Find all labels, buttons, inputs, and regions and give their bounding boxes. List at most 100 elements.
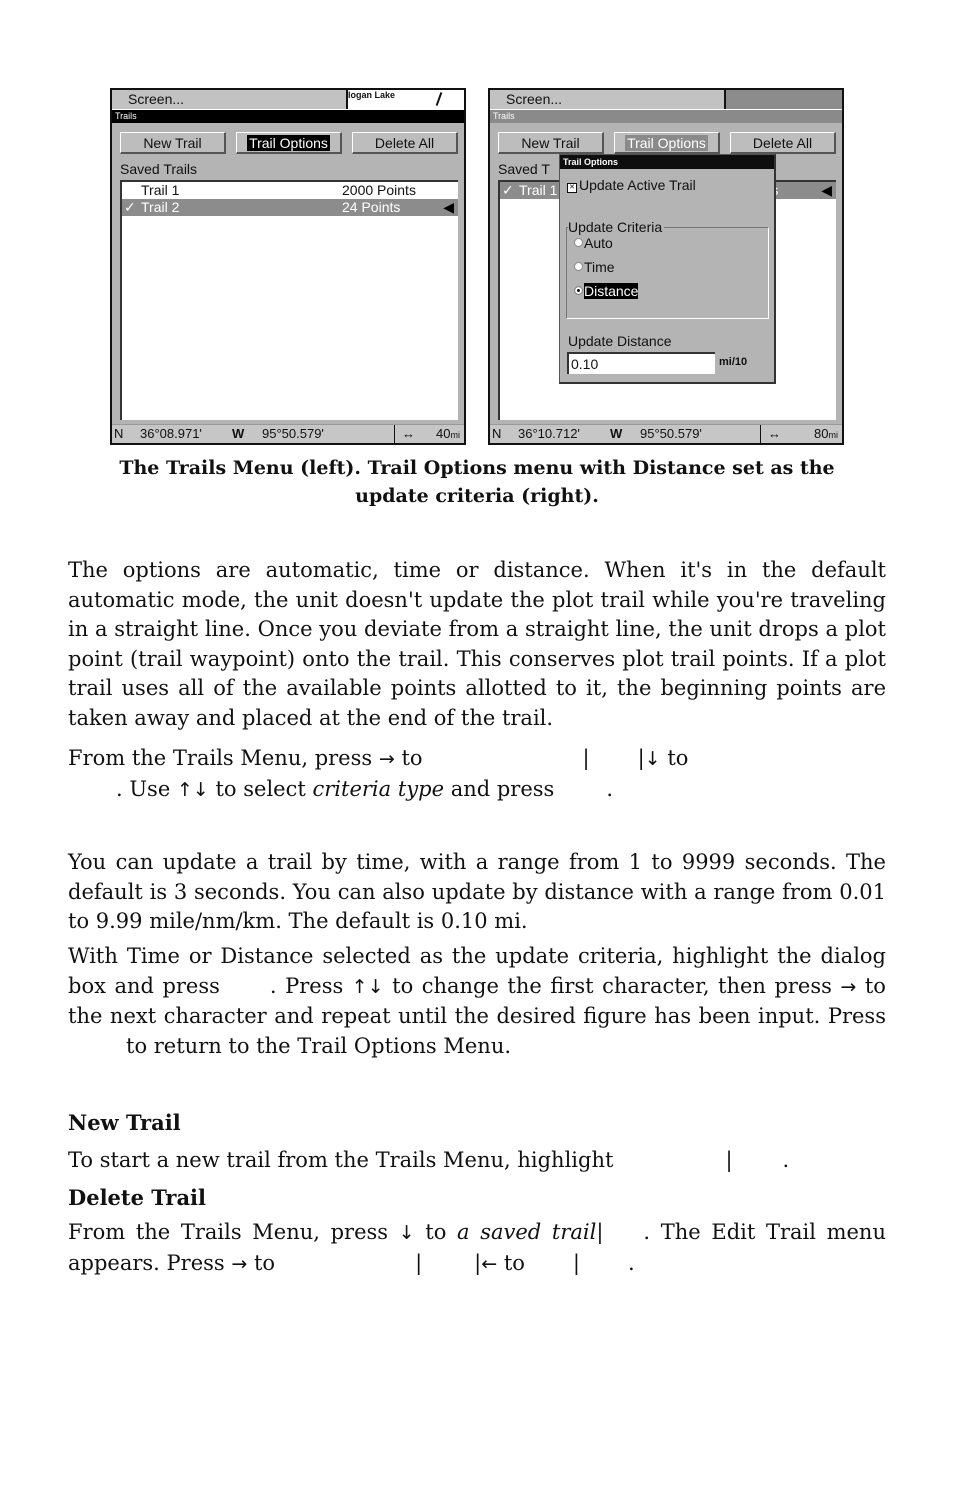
- range-unit: mi: [450, 430, 461, 440]
- radio-icon: [574, 238, 583, 247]
- button-label: Delete All: [752, 135, 813, 151]
- lon-hemisphere: W: [232, 426, 245, 441]
- paragraph-new-trail: To start a new trail from the Trails Men…: [68, 1146, 886, 1176]
- range-arrows-icon: ↔: [768, 426, 781, 441]
- trail-points: 2000 Points: [342, 182, 416, 198]
- trail-row[interactable]: Trail 1 2000 Points: [122, 182, 458, 199]
- range-arrows-icon: ↔: [402, 426, 415, 441]
- saved-trails-list[interactable]: Trail 1 2000 Points ✓ Trail 2 24 Points …: [120, 180, 458, 420]
- button-label: New Trail: [521, 135, 580, 151]
- trail-name: Trail 2: [141, 199, 180, 215]
- delete-all-button[interactable]: Delete All: [730, 132, 836, 154]
- paragraph-criteria-steps: From the Trails Menu, press → to | |↓ to .…: [68, 744, 886, 805]
- criteria-radio-time[interactable]: Time: [574, 259, 615, 275]
- trails-menu-screenshot: Screen... logan Lake Trails New Trail Tr…: [110, 88, 466, 445]
- lat-hemisphere: N: [492, 426, 502, 441]
- radio-label: Time: [584, 259, 615, 275]
- button-label: Trail Options: [247, 135, 330, 151]
- text: to: [401, 746, 423, 770]
- paragraph-ranges: You can update a trail by time, with a r…: [68, 850, 886, 934]
- arrow-up-icon: ↑: [176, 778, 193, 801]
- trail-points: 24 Points: [342, 199, 401, 215]
- lon-hemisphere: W: [610, 426, 623, 441]
- radio-selected-icon: [574, 286, 583, 295]
- new-trail-button[interactable]: New Trail: [498, 132, 604, 154]
- paragraph-edit-value: With Time or Distance selected as the up…: [68, 942, 886, 1061]
- update-distance-label: Update Distance: [568, 333, 672, 349]
- lat-hemisphere: N: [114, 426, 124, 441]
- text: .: [606, 776, 614, 801]
- button-label: New Trail: [143, 135, 202, 151]
- text: and press: [450, 776, 555, 801]
- status-bar: N 36°10.712' W 95°50.579' ↔ 80mi: [490, 424, 842, 443]
- heading-new-trail: New Trail: [68, 1110, 181, 1135]
- arrow-left-icon: ◀: [821, 182, 832, 198]
- saved-trails-label: Saved Trails: [120, 161, 198, 177]
- status-divider: [760, 425, 761, 443]
- map-inset: logan Lake: [346, 90, 464, 109]
- top-bar: Screen...: [490, 90, 842, 110]
- arrow-right-icon: →: [378, 748, 395, 770]
- trail-options-screenshot: Screen... Trails New Trail Trail Options…: [488, 88, 844, 445]
- zoom-range: 40mi: [436, 425, 461, 443]
- trail-options-button[interactable]: Trail Options: [614, 132, 720, 154]
- separator: |: [637, 746, 645, 770]
- checkbox-checked-icon: ✕: [567, 183, 577, 193]
- top-bar: Screen... logan Lake: [112, 90, 464, 110]
- criteria-radio-auto[interactable]: Auto: [574, 235, 613, 251]
- range-unit: mi: [828, 430, 839, 440]
- latitude: 36°10.712': [518, 426, 580, 441]
- radio-icon: [574, 262, 583, 271]
- text: .: [628, 1250, 635, 1275]
- text: to select: [215, 776, 306, 801]
- text: . Use: [116, 776, 171, 801]
- arrow-right-icon: →: [231, 1252, 248, 1275]
- delete-all-button[interactable]: Delete All: [352, 132, 458, 154]
- criteria-radio-distance[interactable]: Distance: [574, 283, 639, 299]
- separator: |: [596, 1220, 604, 1244]
- separator: |: [582, 746, 590, 770]
- map-road-line: [435, 92, 443, 106]
- text: to return to the Trail Options Menu.: [126, 1033, 512, 1058]
- arrow-down-icon: ↓: [644, 748, 661, 770]
- text: to change the first character, then pres…: [392, 973, 832, 998]
- button-label: Trail Options: [625, 135, 708, 151]
- arrow-right-icon: →: [840, 975, 857, 998]
- range-value: 40: [436, 426, 451, 441]
- text: From the Trails Menu, press: [68, 1220, 389, 1244]
- new-trail-button[interactable]: New Trail: [120, 132, 226, 154]
- update-distance-input[interactable]: 0.10: [567, 352, 715, 374]
- text: From the Trails Menu, press: [68, 746, 373, 770]
- map-lake-label: logan Lake: [348, 90, 396, 100]
- arrow-left-icon: ←: [481, 1252, 498, 1275]
- text: to: [503, 1250, 525, 1275]
- screen-menu-label[interactable]: Screen...: [506, 91, 562, 107]
- screen-menu-label[interactable]: Screen...: [128, 91, 184, 107]
- arrow-left-icon: ◀: [443, 199, 454, 215]
- trail-row[interactable]: ✓ Trail 2 24 Points ◀: [122, 199, 458, 216]
- separator: |: [415, 1250, 423, 1275]
- check-icon: ✓: [124, 199, 136, 215]
- italic-text: a saved trail: [457, 1220, 597, 1244]
- text: .: [782, 1148, 790, 1172]
- checkbox-label: Update Active Trail: [579, 177, 696, 193]
- paragraph-delete-trail: From the Trails Menu, press ↓ to a saved…: [68, 1218, 886, 1279]
- longitude: 95°50.579': [262, 426, 324, 441]
- arrow-down-icon: ↓: [367, 975, 384, 998]
- heading-delete-trail: Delete Trail: [68, 1185, 207, 1210]
- separator: |: [572, 1250, 580, 1275]
- zoom-range: 80mi: [814, 425, 839, 443]
- radio-label: Distance: [584, 283, 639, 299]
- radio-label: Auto: [584, 235, 613, 251]
- trail-name: Trail 1: [141, 182, 180, 198]
- caption-line: The Trails Menu (left). Trail Options me…: [119, 457, 835, 479]
- button-label: Delete All: [374, 135, 435, 151]
- dialog-title: Trail Options: [560, 155, 774, 169]
- update-criteria-label: Update Criteria: [568, 219, 665, 235]
- check-icon: ✓: [502, 182, 514, 198]
- paragraph-options: The options are automatic, time or dista…: [68, 558, 886, 730]
- update-active-trail-checkbox[interactable]: ✕ Update Active Trail: [567, 177, 696, 193]
- trail-options-button[interactable]: Trail Options: [236, 132, 342, 154]
- arrow-down-icon: ↓: [398, 1222, 415, 1244]
- arrow-down-icon: ↓: [192, 778, 209, 801]
